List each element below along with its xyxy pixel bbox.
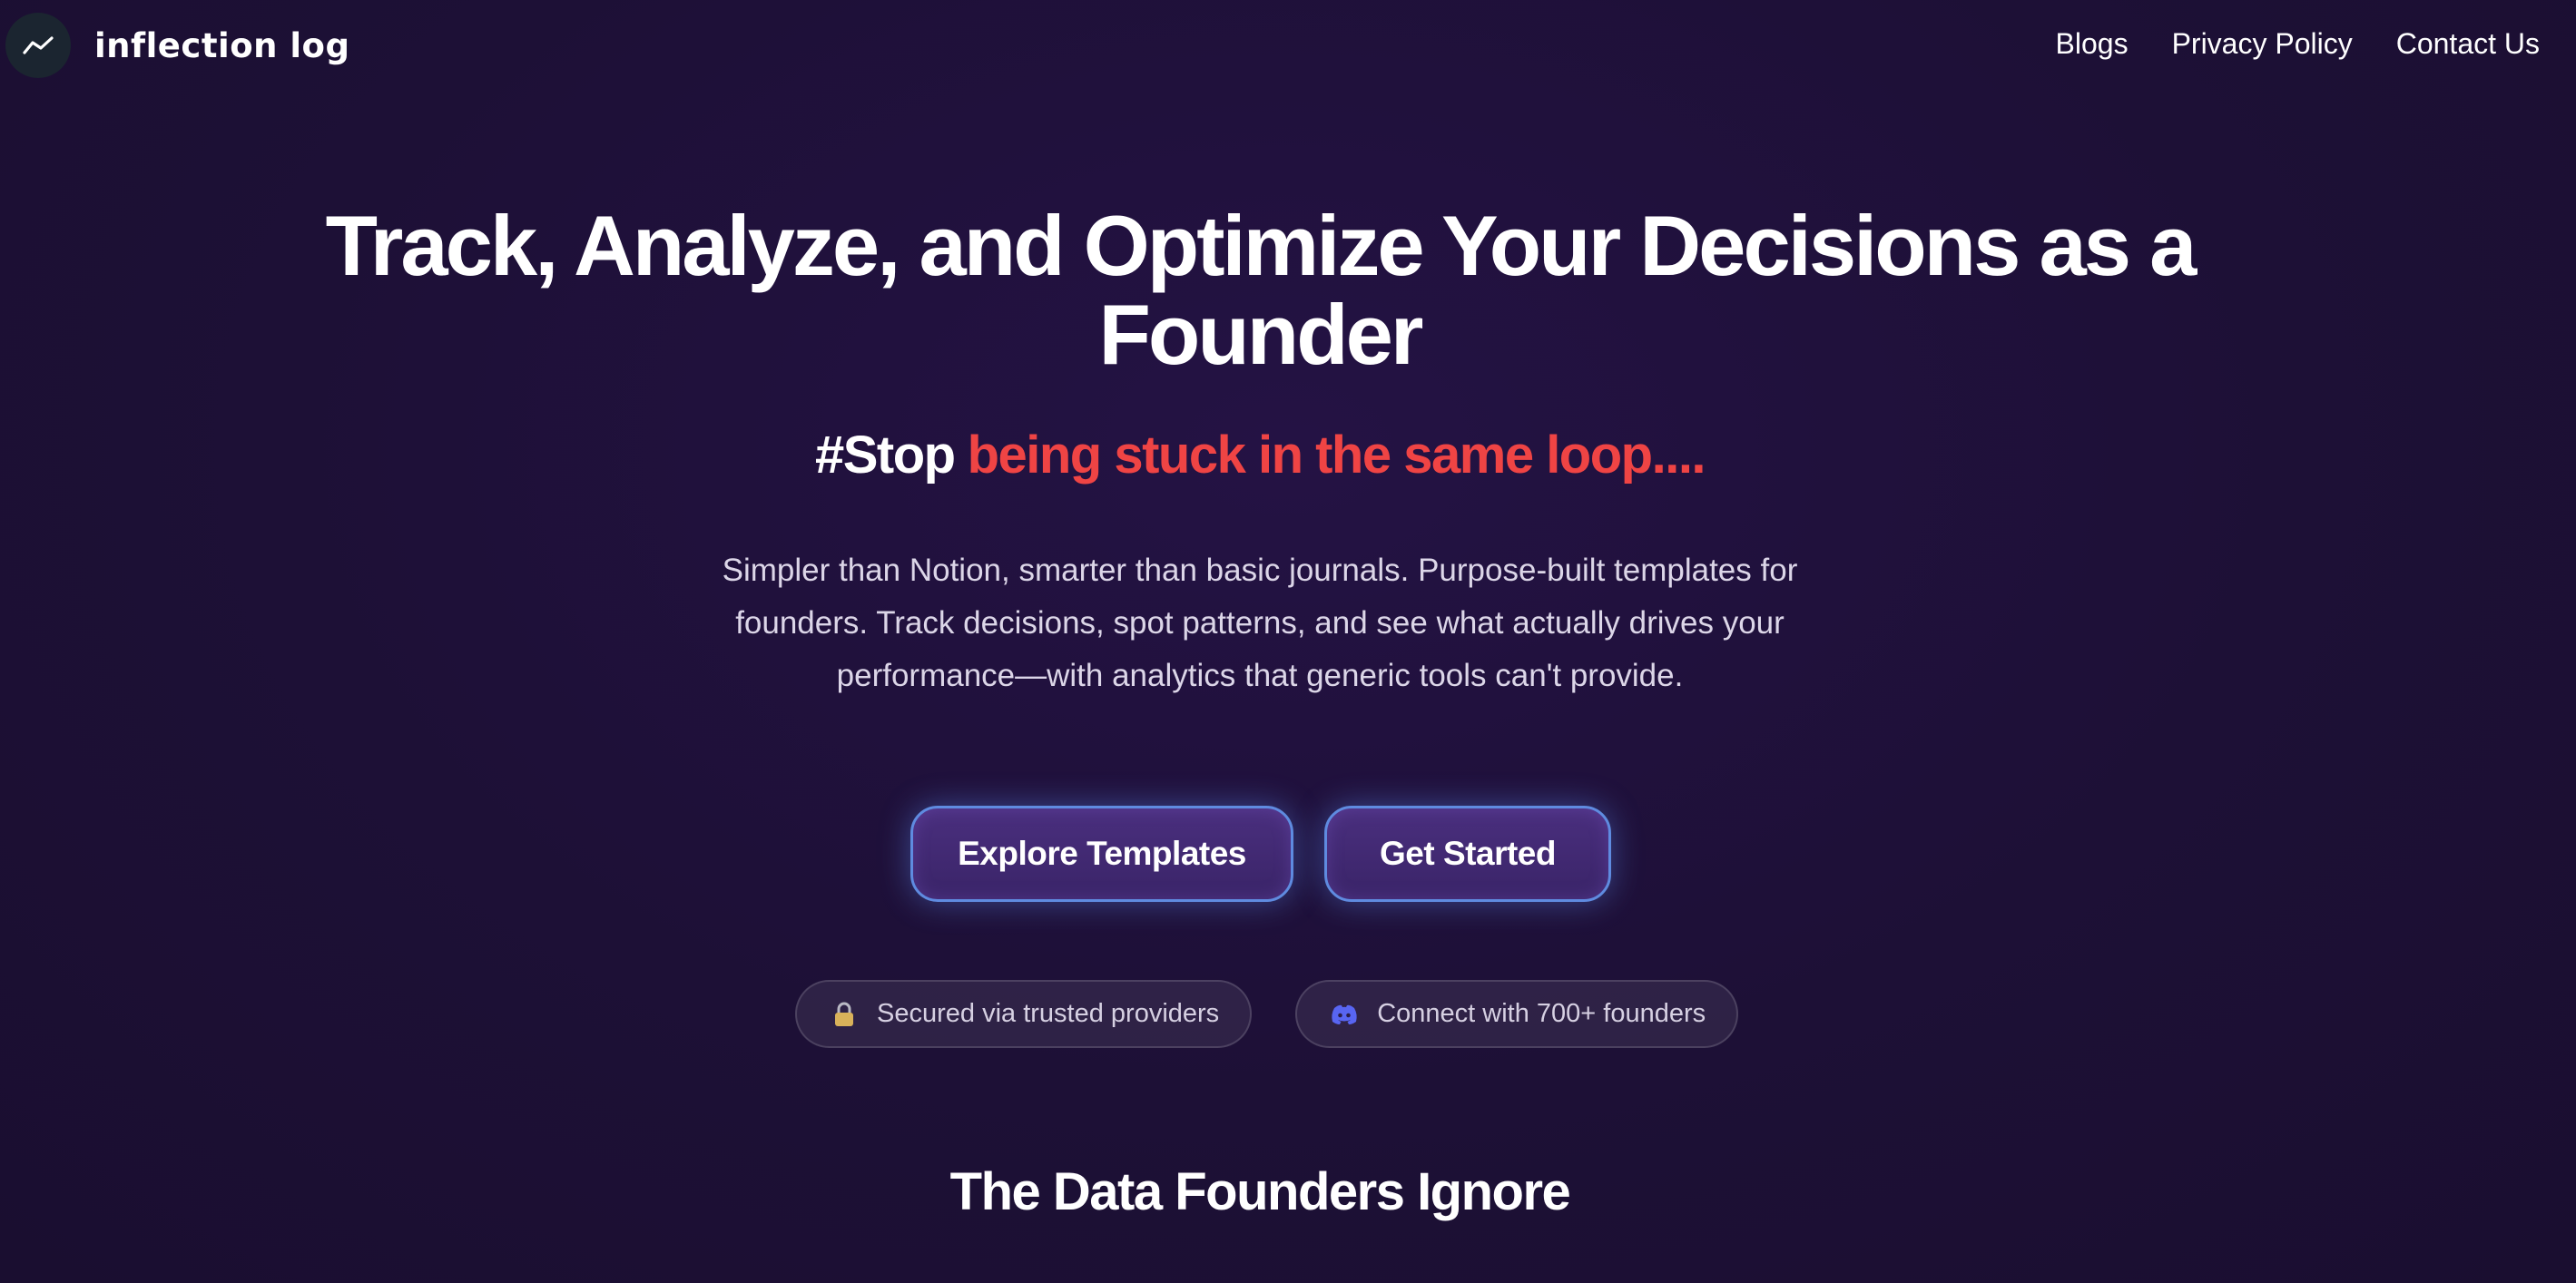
hero-title-line-1: Track, Analyze, and Optimize Your Decisi… <box>325 198 2197 293</box>
hero-title-line-2: Founder <box>1098 287 1424 382</box>
cta-group: Explore Templates Get Started <box>910 806 1611 902</box>
brand-name: inflection log <box>94 25 350 65</box>
lock-icon <box>828 998 860 1031</box>
explore-templates-button[interactable]: Explore Templates <box>910 806 1293 902</box>
discord-icon <box>1328 998 1361 1031</box>
brand-home-link[interactable]: inflection log <box>5 13 349 78</box>
community-badge-link[interactable]: Connect with 700+ founders <box>1295 980 1739 1048</box>
nav-link-blogs[interactable]: Blogs <box>2056 25 2129 62</box>
tagline-prefix: #Stop <box>814 426 956 485</box>
trend-line-icon <box>5 13 71 78</box>
community-badge-label: Connect with 700+ founders <box>1377 999 1706 1028</box>
secure-badge: Secured via trusted providers <box>795 980 1253 1048</box>
hero-description: Simpler than Notion, smarter than basic … <box>722 553 1798 693</box>
nav-link-contact-us[interactable]: Contact Us <box>2396 25 2540 62</box>
hero-tagline: #Stop being stuck in the same loop.... <box>0 419 2520 492</box>
get-started-button[interactable]: Get Started <box>1324 806 1611 902</box>
nav-links: Blogs Privacy Policy Contact Us <box>2056 25 2540 62</box>
tagline-highlight: being stuck in the same loop.... <box>967 426 1706 485</box>
secure-badge-label: Secured via trusted providers <box>877 999 1220 1028</box>
trust-badges: Secured via trusted providers Connect wi… <box>795 980 1739 1048</box>
nav-link-privacy-policy[interactable]: Privacy Policy <box>2172 25 2353 62</box>
hero-title: Track, Analyze, and Optimize Your Decisi… <box>0 201 2520 379</box>
top-navbar: inflection log Blogs Privacy Policy Cont… <box>0 0 2576 100</box>
section-title: The Data Founders Ignore <box>949 1162 1571 1221</box>
